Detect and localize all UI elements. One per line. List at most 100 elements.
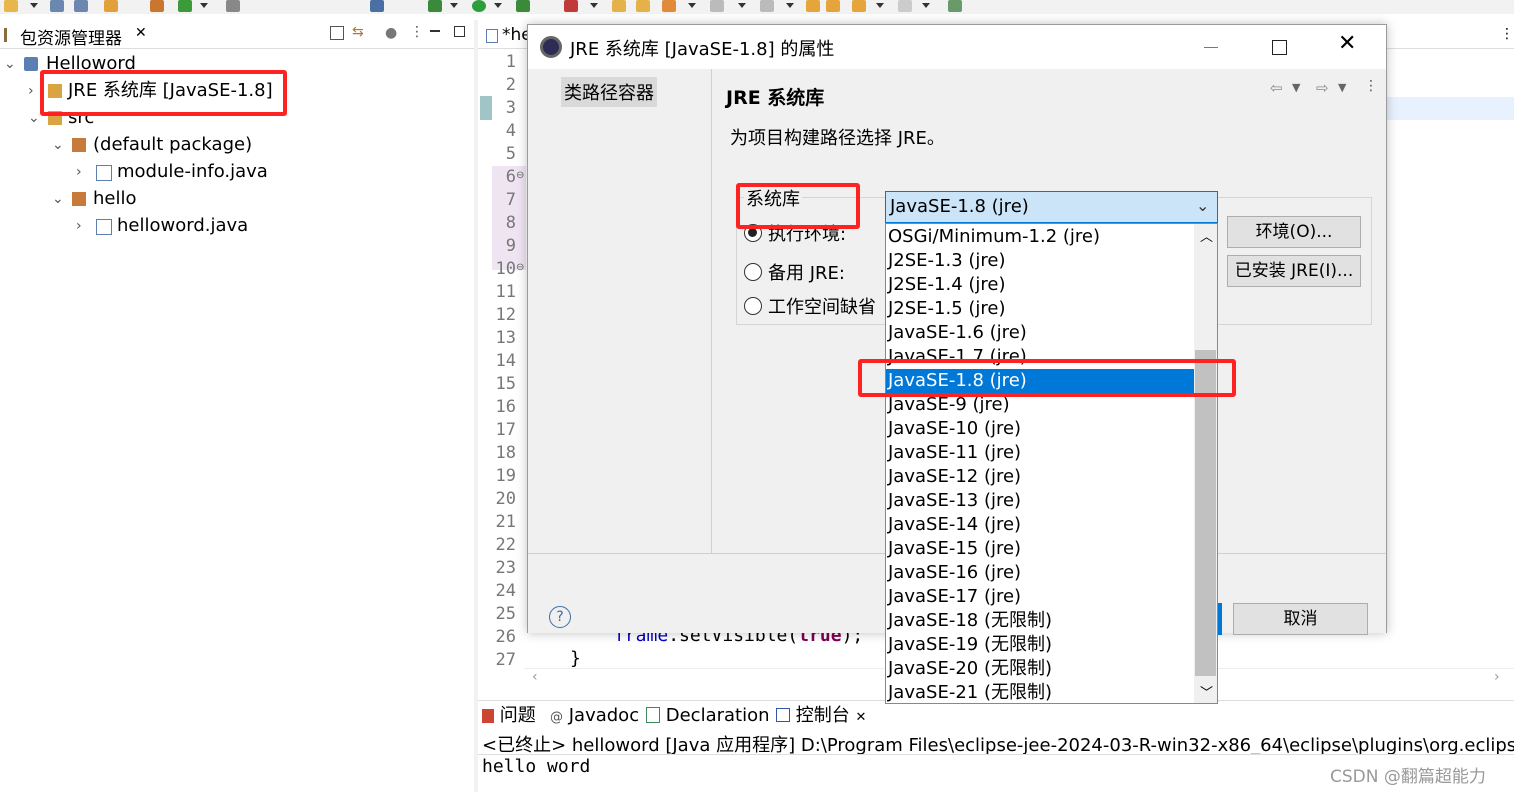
chevron-down-icon[interactable]	[922, 3, 930, 8]
dropdown-option[interactable]: JavaSE-9 (jre)	[886, 393, 1194, 417]
back-icon[interactable]: ⇦	[1270, 79, 1283, 97]
forward-icon[interactable]: ⇨	[1316, 79, 1329, 97]
dropdown-option[interactable]: JavaSE-14 (jre)	[886, 513, 1194, 537]
tab-declaration[interactable]: Declaration	[646, 703, 770, 729]
minimize-icon[interactable]	[430, 30, 440, 32]
dropdown-option[interactable]: J2SE-1.3 (jre)	[886, 249, 1194, 273]
chevron-down-icon[interactable]	[494, 3, 502, 8]
radio-button[interactable]	[744, 297, 762, 315]
open-resource-icon[interactable]	[636, 0, 650, 12]
dropdown-option[interactable]: JavaSE-19 (无限制)	[886, 633, 1194, 657]
debug-icon[interactable]	[428, 0, 442, 12]
maximize-icon[interactable]	[1272, 40, 1287, 55]
tree-item-project[interactable]: ⌄ Helloword	[0, 51, 470, 77]
dropdown-option[interactable]: JavaSE-1.7 (jre)	[886, 345, 1194, 369]
forward-icon[interactable]	[826, 0, 840, 12]
external-tools-icon[interactable]	[564, 0, 578, 12]
chevron-down-icon[interactable]: ⌄	[52, 132, 64, 158]
view-menu-icon[interactable]: ⋮	[410, 24, 424, 40]
dropdown-option[interactable]: JavaSE-21 (无限制)	[886, 681, 1194, 703]
dropdown-option[interactable]: JavaSE-1.6 (jre)	[886, 321, 1194, 345]
new-icon[interactable]	[4, 0, 18, 12]
tree-item-jre-library[interactable]: › JRE 系统库 [JavaSE-1.8]	[0, 78, 470, 104]
fold-icon[interactable]: ⊖	[516, 262, 524, 273]
execution-environment-combo[interactable]: JavaSE-1.8 (jre) ⌄	[885, 191, 1218, 223]
dialog-titlebar[interactable]: JRE 系统库 [JavaSE-1.8] 的属性 ✕	[528, 25, 1386, 69]
save-all-icon[interactable]	[74, 0, 88, 12]
chevron-down-icon[interactable]	[738, 3, 746, 8]
chevron-right-icon[interactable]: ›	[28, 78, 34, 104]
dropdown-option[interactable]: JavaSE-17 (jre)	[886, 585, 1194, 609]
cancel-button[interactable]: 取消	[1233, 603, 1368, 635]
tree-item-module-info[interactable]: › module-info.java	[0, 159, 470, 185]
environments-button[interactable]: 环境(O)...	[1227, 216, 1361, 248]
chevron-down-icon[interactable]: ▼	[1292, 81, 1300, 94]
refresh-icon[interactable]	[178, 0, 192, 12]
scroll-right-icon[interactable]: ›	[1494, 669, 1500, 685]
close-icon[interactable]: ✕	[135, 25, 147, 41]
nav-back-icon[interactable]	[852, 0, 866, 12]
close-icon[interactable]: ✕	[1338, 31, 1356, 56]
view-menu-icon[interactable]: ⋮	[1364, 78, 1378, 94]
tab-editor-file[interactable]: *he	[480, 22, 532, 48]
tree-item-hello-package[interactable]: ⌄ hello	[0, 186, 470, 212]
console-icon[interactable]	[370, 0, 384, 12]
scroll-up-icon[interactable]: ︿	[1200, 226, 1213, 245]
chevron-down-icon[interactable]	[590, 3, 598, 8]
undo-icon[interactable]	[104, 0, 118, 12]
collapse-all-icon[interactable]	[330, 26, 344, 40]
maximize-icon[interactable]	[454, 26, 465, 37]
package-icon[interactable]	[150, 0, 164, 12]
chevron-down-icon[interactable]: ▼	[1338, 81, 1346, 94]
dropdown-option[interactable]: JavaSE-15 (jre)	[886, 537, 1194, 561]
last-edit-icon[interactable]	[760, 0, 774, 12]
tab-console[interactable]: 控制台 ✕	[776, 703, 866, 731]
dropdown-list[interactable]: OSGi/Minimum-1.2 (jre) J2SE-1.3 (jre) J2SE…	[885, 223, 1218, 704]
minimize-icon[interactable]	[1204, 47, 1218, 48]
nav-forward-icon[interactable]	[898, 0, 912, 12]
dropdown-option[interactable]: J2SE-1.5 (jre)	[886, 297, 1194, 321]
dropdown-option[interactable]: JavaSE-10 (jre)	[886, 417, 1194, 441]
radio-alternate-jre[interactable]: 备用 JRE:	[742, 256, 892, 286]
perspective-icon[interactable]	[948, 0, 962, 12]
tree-item-src[interactable]: ⌄ src	[0, 105, 470, 131]
tab-javadoc[interactable]: @ Javadoc	[550, 703, 639, 731]
dropdown-scrollbar[interactable]: ︿ ﹀	[1194, 224, 1217, 703]
installed-jres-button[interactable]: 已安装 JRE(I)...	[1227, 255, 1361, 287]
chevron-down-icon[interactable]	[200, 3, 208, 8]
tree-item-default-package[interactable]: ⌄ (default package)	[0, 132, 470, 158]
radio-button[interactable]	[744, 263, 762, 281]
open-type-icon[interactable]	[612, 0, 626, 12]
scroll-down-icon[interactable]: ﹀	[1200, 682, 1213, 701]
run-icon[interactable]	[472, 0, 486, 12]
scrollbar-thumb[interactable]	[1195, 350, 1216, 676]
chevron-down-icon[interactable]: ⌄	[52, 186, 64, 212]
help-icon[interactable]: ?	[549, 606, 571, 628]
pen-icon[interactable]	[662, 0, 676, 12]
nav-item-classpath-container[interactable]: 类路径容器	[561, 77, 657, 107]
dropdown-option[interactable]: JavaSE-11 (jre)	[886, 441, 1194, 465]
chevron-down-icon[interactable]	[30, 3, 38, 8]
chevron-down-icon[interactable]: ⌄	[28, 105, 40, 131]
dropdown-option[interactable]: JavaSE-20 (无限制)	[886, 657, 1194, 681]
dropdown-option[interactable]: OSGi/Minimum-1.2 (jre)	[886, 225, 1194, 249]
chevron-down-icon[interactable]: ⌄	[4, 51, 16, 77]
search-icon[interactable]	[226, 0, 240, 12]
dropdown-option[interactable]: JavaSE-13 (jre)	[886, 489, 1194, 513]
chevron-right-icon[interactable]: ›	[76, 159, 82, 185]
radio-execution-environment[interactable]: 执行环境:	[742, 217, 892, 247]
chevron-down-icon[interactable]: ⌄	[1196, 196, 1209, 215]
view-menu-icon[interactable]: ⋮	[1500, 26, 1514, 42]
dropdown-option[interactable]: J2SE-1.4 (jre)	[886, 273, 1194, 297]
tab-package-explorer[interactable]: 包资源管理器 ✕	[0, 22, 152, 49]
chevron-down-icon[interactable]	[450, 3, 458, 8]
annotation-icon[interactable]	[710, 0, 724, 12]
dropdown-option[interactable]: JavaSE-18 (无限制)	[886, 609, 1194, 633]
radio-workspace-default[interactable]: 工作空间缺省	[742, 290, 892, 320]
scroll-left-icon[interactable]: ‹	[532, 669, 538, 685]
fold-icon[interactable]: ⊖	[516, 170, 524, 181]
filter-icon[interactable]: ●	[385, 25, 397, 41]
tree-item-helloword-java[interactable]: › helloword.java	[0, 213, 470, 239]
back-icon[interactable]	[806, 0, 820, 12]
apply-close-button-edge[interactable]	[1218, 603, 1222, 635]
